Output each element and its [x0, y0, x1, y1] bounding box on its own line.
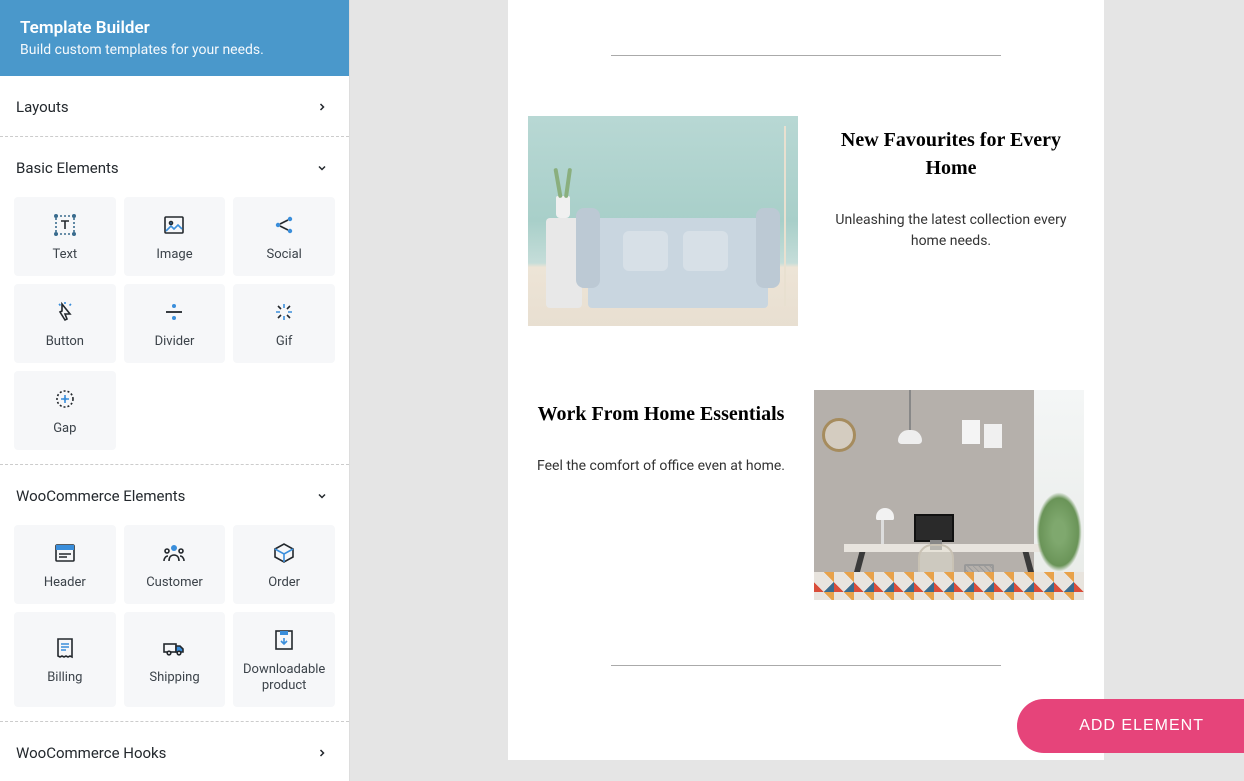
section-layouts[interactable]: Layouts [10, 76, 339, 136]
section-layouts-title: Layouts [16, 98, 69, 116]
section-basic-title: Basic Elements [16, 159, 119, 177]
basic-elements-grid: Text Image Social Button [10, 197, 339, 464]
add-element-button[interactable]: ADD ELEMENT [1017, 699, 1244, 753]
element-label: Divider [155, 334, 195, 351]
content-divider [611, 55, 1001, 56]
heading: New Favourites for Every Home [818, 126, 1084, 182]
canvas-page[interactable]: New Favourites for Every Home Unleashing… [508, 0, 1104, 760]
divider-icon [160, 298, 188, 326]
sidebar-header: Template Builder Build custom templates … [0, 0, 349, 76]
sidebar: Template Builder Build custom templates … [0, 0, 350, 781]
chevron-right-icon [311, 742, 333, 764]
section-woo-title: WooCommerce Elements [16, 487, 185, 505]
element-label: Text [52, 247, 77, 264]
sidebar-title: Template Builder [20, 18, 329, 38]
element-shipping[interactable]: Shipping [124, 612, 226, 708]
section-basic-elements[interactable]: Basic Elements [10, 137, 339, 197]
description: Feel the comfort of office even at home. [528, 456, 794, 477]
description: Unleashing the latest collection every h… [818, 210, 1084, 252]
woo-elements-grid: Header Customer Order Billing [10, 525, 339, 722]
gap-icon [51, 385, 79, 413]
element-label: Order [268, 575, 300, 592]
text-block-2[interactable]: Work From Home Essentials Feel the comfo… [528, 390, 794, 477]
image-icon [160, 211, 188, 239]
element-image[interactable]: Image [124, 197, 226, 276]
text-icon [51, 211, 79, 239]
section-woo-elements[interactable]: WooCommerce Elements [10, 465, 339, 525]
text-block-1[interactable]: New Favourites for Every Home Unleashing… [818, 116, 1084, 252]
customer-icon [160, 539, 188, 567]
element-label: Customer [146, 575, 203, 592]
social-icon [270, 211, 298, 239]
chevron-down-icon [311, 485, 333, 507]
element-header[interactable]: Header [14, 525, 116, 604]
element-button[interactable]: Button [14, 284, 116, 363]
living-room-image[interactable] [528, 116, 798, 326]
content-divider [611, 665, 1001, 666]
element-label: Billing [47, 670, 82, 687]
section-hooks-title: WooCommerce Hooks [16, 744, 166, 762]
element-billing[interactable]: Billing [14, 612, 116, 708]
element-label: Header [44, 575, 86, 592]
office-image[interactable] [814, 390, 1084, 600]
sidebar-subtitle: Build custom templates for your needs. [20, 42, 329, 58]
element-customer[interactable]: Customer [124, 525, 226, 604]
element-label: Shipping [149, 670, 199, 687]
header-icon [51, 539, 79, 567]
element-gif[interactable]: Gif [233, 284, 335, 363]
element-divider[interactable]: Divider [124, 284, 226, 363]
content-row-1[interactable]: New Favourites for Every Home Unleashing… [528, 116, 1084, 326]
shipping-icon [160, 634, 188, 662]
element-order[interactable]: Order [233, 525, 335, 604]
billing-icon [51, 634, 79, 662]
element-social[interactable]: Social [233, 197, 335, 276]
canvas-area: New Favourites for Every Home Unleashing… [350, 0, 1244, 781]
element-downloadable-product[interactable]: Downloadable product [233, 612, 335, 708]
section-woo-hooks[interactable]: WooCommerce Hooks [10, 722, 339, 781]
element-label: Gif [276, 334, 293, 351]
element-label: Image [156, 247, 192, 264]
chevron-down-icon [311, 157, 333, 179]
element-label: Downloadable product [239, 662, 329, 696]
content-row-2[interactable]: Work From Home Essentials Feel the comfo… [528, 390, 1084, 600]
element-text[interactable]: Text [14, 197, 116, 276]
order-icon [270, 539, 298, 567]
element-label: Gap [53, 421, 76, 438]
button-icon [51, 298, 79, 326]
gif-icon [270, 298, 298, 326]
element-gap[interactable]: Gap [14, 371, 116, 450]
element-label: Social [266, 247, 301, 264]
chevron-right-icon [311, 96, 333, 118]
download-product-icon [270, 626, 298, 654]
element-label: Button [46, 334, 84, 351]
heading: Work From Home Essentials [528, 400, 794, 428]
